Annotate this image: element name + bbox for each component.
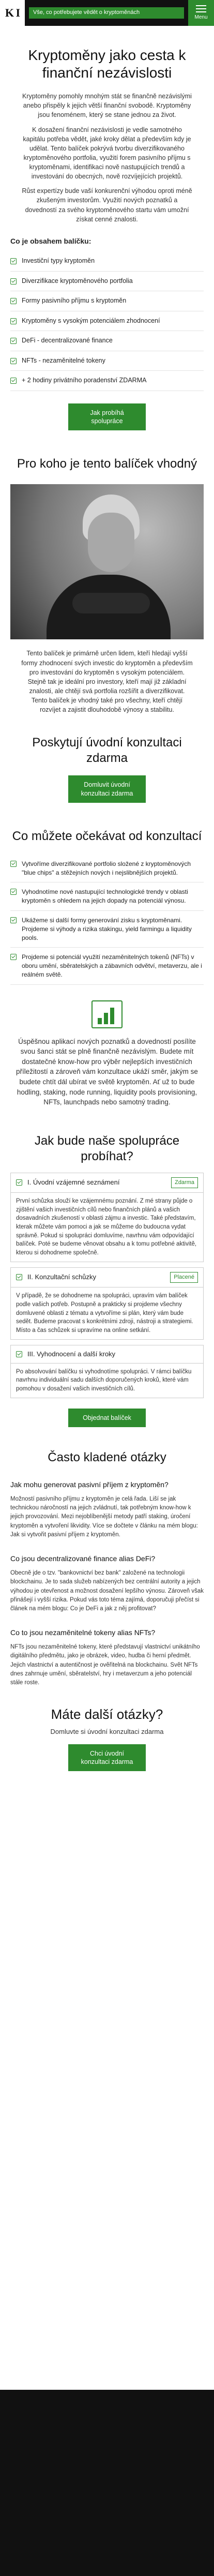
menu-label: Menu	[194, 14, 208, 20]
step-text: V případě, že se dohodneme na spolupráci…	[16, 1293, 193, 1334]
check-icon	[16, 1351, 22, 1357]
check-icon	[10, 889, 17, 895]
footer	[0, 2390, 214, 2576]
page-title: Kryptoměny jako cesta k finanční nezávis…	[28, 47, 186, 81]
step-card[interactable]: II. Konzultační schůzky Placené V případ…	[10, 1267, 204, 1340]
step-header: III. Vyhodnocení a další kroky	[11, 1345, 203, 1364]
list-item: Vytvoříme diverzifikované portfolio slož…	[10, 855, 204, 883]
faq-item: Jak mohu generovat pasivní příjem z kryp…	[10, 1480, 204, 1539]
step-text: Po absolvování balíčku si vyhodnotíme sp…	[16, 1368, 192, 1392]
consultant-portrait	[10, 484, 204, 640]
how-it-works-button[interactable]: Jak probíhá spolupráce	[68, 403, 146, 431]
cooperation-title: Jak bude naše spolupráce probíhat?	[34, 1133, 180, 1163]
list-item: Vyhodnotíme nové nastupující technologic…	[10, 882, 204, 911]
site-tagline: Vše, co potřebujete vědět o kryptoměnách	[29, 7, 184, 19]
step-card[interactable]: III. Vyhodnocení a další kroky Po absolv…	[10, 1344, 204, 1398]
check-icon	[10, 860, 17, 867]
check-icon	[10, 338, 17, 345]
expect-summary: Úspěšnou aplikací nových poznatků a dove…	[16, 1037, 198, 1106]
faq-question[interactable]: Co jsou decentralizované finance alias D…	[10, 1554, 204, 1564]
top-bar: K I Vše, co potřebujete vědět o kryptomě…	[0, 0, 214, 26]
list-item: Projdeme si potenciál využití nezaměnite…	[10, 948, 204, 985]
check-icon	[10, 917, 17, 923]
step-badge: Placené	[170, 1271, 198, 1283]
list-item: Ukážeme si další formy generování zisku …	[10, 911, 204, 948]
faq-answer: Možností pasivního příjmu z kryptoměn je…	[10, 1495, 198, 1538]
package-items: Investiční typy kryptoměn Diverzifikace …	[10, 251, 204, 391]
logo-text: K I	[5, 6, 20, 19]
step-header: II. Konzultační schůzky Placené	[11, 1268, 203, 1288]
hamburger-icon	[196, 5, 206, 12]
menu-button[interactable]: Menu	[188, 0, 214, 26]
list-item: Kryptoměny s vysokým potenciálem zhodnoc…	[10, 311, 204, 332]
check-icon	[10, 298, 17, 305]
faq-answer: NFTs jsou nezaměnitelné tokeny, které př…	[10, 1644, 200, 1686]
more-questions-text: Domluvte si úvodní konzultaci zdarma	[50, 1727, 164, 1735]
faq-item: Co jsou decentralizované finance alias D…	[10, 1554, 204, 1613]
site-logo[interactable]: K I	[0, 0, 25, 26]
for-whom-title: Pro koho je tento balíček vhodný	[17, 457, 197, 471]
list-item: DeFi - decentralizované finance	[10, 331, 204, 351]
check-icon	[16, 1274, 22, 1281]
main-content: Kryptoměny jako cesta k finanční nezávis…	[0, 26, 214, 1772]
check-icon	[10, 278, 17, 284]
for-whom-text: Tento balíček je primárně určen lidem, k…	[21, 650, 193, 714]
order-package-button[interactable]: Objednat balíček	[68, 1408, 146, 1427]
list-item: NFTs - nezaměnitelné tokeny	[10, 351, 204, 371]
step-badge: Zdarma	[171, 1177, 198, 1189]
more-questions-title: Máte další otázky?	[51, 1706, 163, 1723]
list-item: Formy pasivního příjmu s kryptoměn	[10, 291, 204, 311]
check-icon	[10, 954, 17, 961]
hero-paragraph-2: K dosažení finanční nezávislosti je vedl…	[23, 126, 191, 181]
hero-paragraph-3: Růst expertízy bude vaší konkurenční výh…	[22, 187, 192, 223]
faq-answer: Obecně jde o tzv. "bankovnictví bez bank…	[10, 1570, 204, 1612]
check-icon	[10, 258, 17, 265]
free-consultation-button[interactable]: Domluvit úvodní konzultaci zdarma	[68, 775, 146, 803]
step-card[interactable]: I. Úvodní vzájemné seznámení Zdarma Prvn…	[10, 1172, 204, 1262]
faq-item: Co to jsou nezaměnitelné tokeny alias NF…	[10, 1628, 204, 1687]
list-item: + 2 hodiny privátního poradenství ZDARMA	[10, 371, 204, 391]
check-icon	[10, 318, 17, 324]
faq-question[interactable]: Co to jsou nezaměnitelné tokeny alias NF…	[10, 1628, 204, 1638]
expect-title: Co můžete očekávat od konzultací	[12, 829, 202, 843]
growth-chart-icon	[91, 1000, 123, 1028]
consult-title: Poskytují úvodní konzultaci zdarma	[32, 736, 182, 766]
faq-title: Často kladené otázky	[48, 1450, 166, 1464]
check-icon	[16, 1179, 22, 1186]
check-icon	[10, 378, 17, 384]
step-text: První schůzka slouží ke vzájemnému pozná…	[16, 1198, 197, 1256]
faq-question[interactable]: Jak mohu generovat pasivní příjem z kryp…	[10, 1480, 204, 1490]
list-item: Diverzifikace kryptoměnového portfolia	[10, 272, 204, 292]
hero-paragraph-1: Kryptoměny pomohly mnohým stát se finanč…	[22, 93, 192, 119]
expect-items: Vytvoříme diverzifikované portfolio slož…	[10, 855, 204, 985]
includes-heading: Co je obsahem balíčku:	[10, 236, 91, 245]
step-header: I. Úvodní vzájemné seznámení Zdarma	[11, 1173, 203, 1193]
list-item: Investiční typy kryptoměn	[10, 251, 204, 272]
want-consultation-button[interactable]: Chci úvodní konzultaci zdarma	[68, 1744, 146, 1772]
check-icon	[10, 357, 17, 364]
